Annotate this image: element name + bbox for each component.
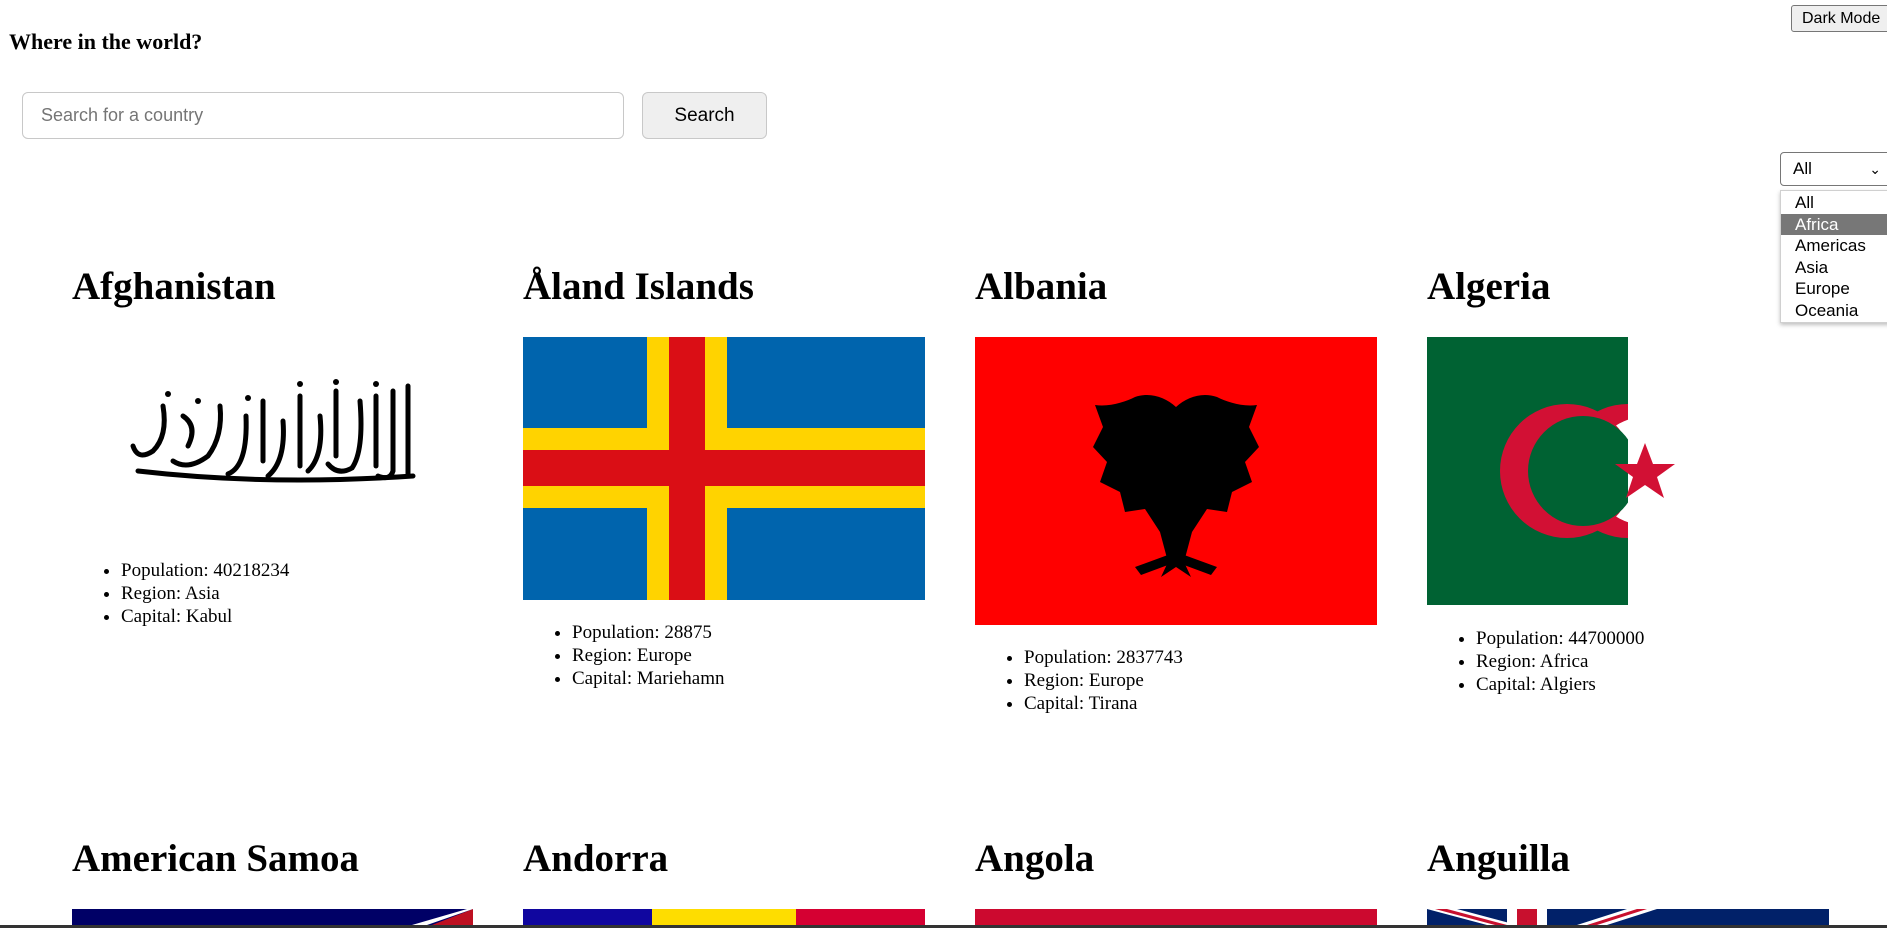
country-name: Andorra: [523, 837, 669, 880]
region-option-asia[interactable]: Asia: [1781, 257, 1887, 279]
american-samoa-flag: [72, 909, 473, 925]
andorra-flag: [523, 909, 925, 925]
country-info: Population: 2837743 Region: Europe Capit…: [975, 646, 1183, 715]
country-name: Åland Islands: [523, 265, 754, 308]
population-item: Population: 40218234: [121, 559, 289, 582]
region-filter-select[interactable]: All ⌄: [1780, 152, 1887, 186]
region-filter-dropdown: All Africa Americas Asia Europe Oceania: [1780, 190, 1887, 323]
country-info: Population: 28875 Region: Europe Capital…: [523, 621, 724, 690]
search-input[interactable]: [22, 92, 624, 139]
chevron-down-icon: ⌄: [1869, 160, 1881, 177]
anguilla-flag: [1427, 909, 1829, 925]
dark-mode-button[interactable]: Dark Mode: [1791, 5, 1887, 32]
country-card[interactable]: Afghanistan: [72, 264, 276, 309]
country-name: Anguilla: [1427, 837, 1571, 880]
angola-flag: [975, 909, 1377, 925]
region-option-all[interactable]: All: [1781, 192, 1887, 214]
region-option-europe[interactable]: Europe: [1781, 278, 1887, 300]
region-item: Region: Europe: [572, 644, 724, 667]
population-item: Population: 2837743: [1024, 646, 1183, 669]
country-name: Algeria: [1427, 265, 1551, 308]
capital-item: Capital: Kabul: [121, 605, 289, 628]
population-item: Population: 44700000: [1476, 627, 1644, 650]
region-item: Region: Europe: [1024, 669, 1183, 692]
country-card[interactable]: American Samoa: [72, 836, 359, 881]
aland-islands-flag: [523, 337, 925, 600]
country-card[interactable]: Åland Islands: [523, 264, 754, 309]
region-item: Region: Asia: [121, 582, 289, 605]
country-card[interactable]: Algeria: [1427, 264, 1550, 309]
country-card[interactable]: Anguilla: [1427, 836, 1570, 881]
capital-item: Capital: Mariehamn: [572, 667, 724, 690]
algeria-flag: [1427, 337, 1829, 605]
country-info: Population: 44700000 Region: Africa Capi…: [1427, 627, 1644, 696]
page-title: Where in the world?: [9, 29, 203, 54]
country-name: Angola: [975, 837, 1095, 880]
country-info: Population: 40218234 Region: Asia Capita…: [72, 559, 289, 628]
country-name: Albania: [975, 265, 1108, 308]
country-card[interactable]: Andorra: [523, 836, 668, 881]
albania-flag: [975, 337, 1377, 625]
search-button[interactable]: Search: [642, 92, 767, 139]
region-filter-value: All: [1793, 159, 1812, 178]
afghanistan-flag: [130, 379, 416, 483]
region-option-africa[interactable]: Africa: [1781, 213, 1887, 235]
capital-item: Capital: Tirana: [1024, 692, 1183, 715]
country-name: Afghanistan: [72, 265, 276, 308]
capital-item: Capital: Algiers: [1476, 673, 1644, 696]
region-option-americas[interactable]: Americas: [1781, 235, 1887, 257]
country-card[interactable]: Albania: [975, 264, 1107, 309]
country-name: American Samoa: [72, 837, 360, 880]
country-card[interactable]: Angola: [975, 836, 1094, 881]
region-option-oceania[interactable]: Oceania: [1781, 300, 1887, 322]
population-item: Population: 28875: [572, 621, 724, 644]
region-item: Region: Africa: [1476, 650, 1644, 673]
